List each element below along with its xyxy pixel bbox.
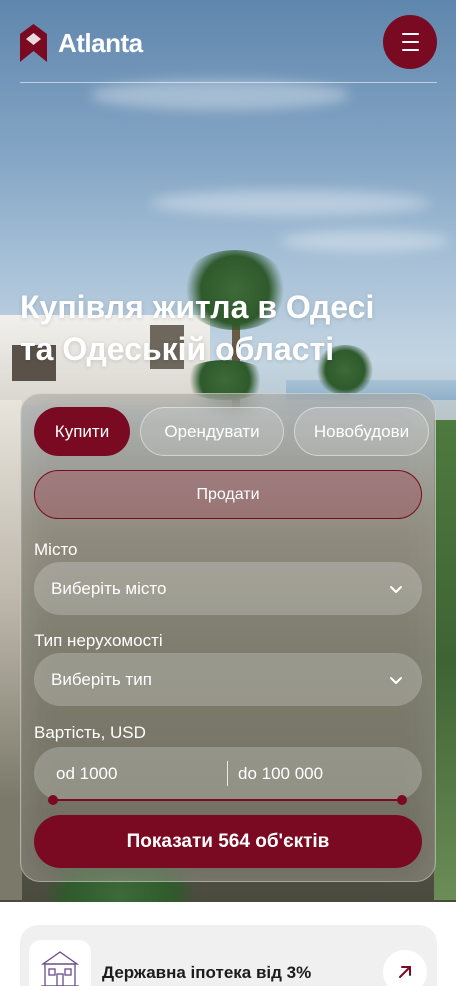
hero-title-line1: Купівля житла в Одесі [20,289,375,325]
hamburger-line [401,33,419,35]
city-select-value: Виберіть місто [51,578,167,598]
price-range-field: od 1000 do 100 000 [34,747,422,800]
tab-rent[interactable]: Орендувати [140,407,284,456]
hero-title-line2: та Одеській області [20,331,335,367]
tab-buy[interactable]: Купити [34,407,130,456]
city-select[interactable]: Виберіть місто [34,562,422,615]
menu-button[interactable] [383,15,437,69]
chevron-down-icon [389,672,403,686]
arrow-up-right-icon[interactable] [383,950,427,986]
sell-button[interactable]: Продати [34,470,422,519]
price-divider [227,761,228,786]
header-divider [20,82,437,83]
hero-title: Купівля житла в Одесі та Одеській област… [20,286,440,370]
price-slider-min-handle[interactable] [48,795,58,805]
logo-icon [20,24,47,62]
brand-logo[interactable]: Atlanta [20,24,143,62]
brand-name: Atlanta [58,27,143,58]
property-type-label: Тип нерухомості [34,631,163,650]
price-to-input[interactable]: do 100 000 [238,764,323,784]
mortgage-promo-title: Державна іпотека від 3% [102,963,312,982]
chevron-down-icon [389,581,403,595]
city-label: Місто [34,540,78,559]
price-slider-max-handle[interactable] [397,795,407,805]
property-type-select-value: Виберіть тип [51,669,152,689]
hamburger-line [401,41,419,43]
show-results-button[interactable]: Показати 564 об'єктів [34,815,422,868]
hamburger-line [401,49,419,51]
house-icon [29,940,91,986]
tab-new-buildings[interactable]: Новобудови [294,407,429,456]
price-slider-track[interactable] [53,799,403,801]
price-from-input[interactable]: od 1000 [56,764,117,784]
price-label: Вартість, USD [34,723,146,742]
property-type-select[interactable]: Виберіть тип [34,653,422,706]
